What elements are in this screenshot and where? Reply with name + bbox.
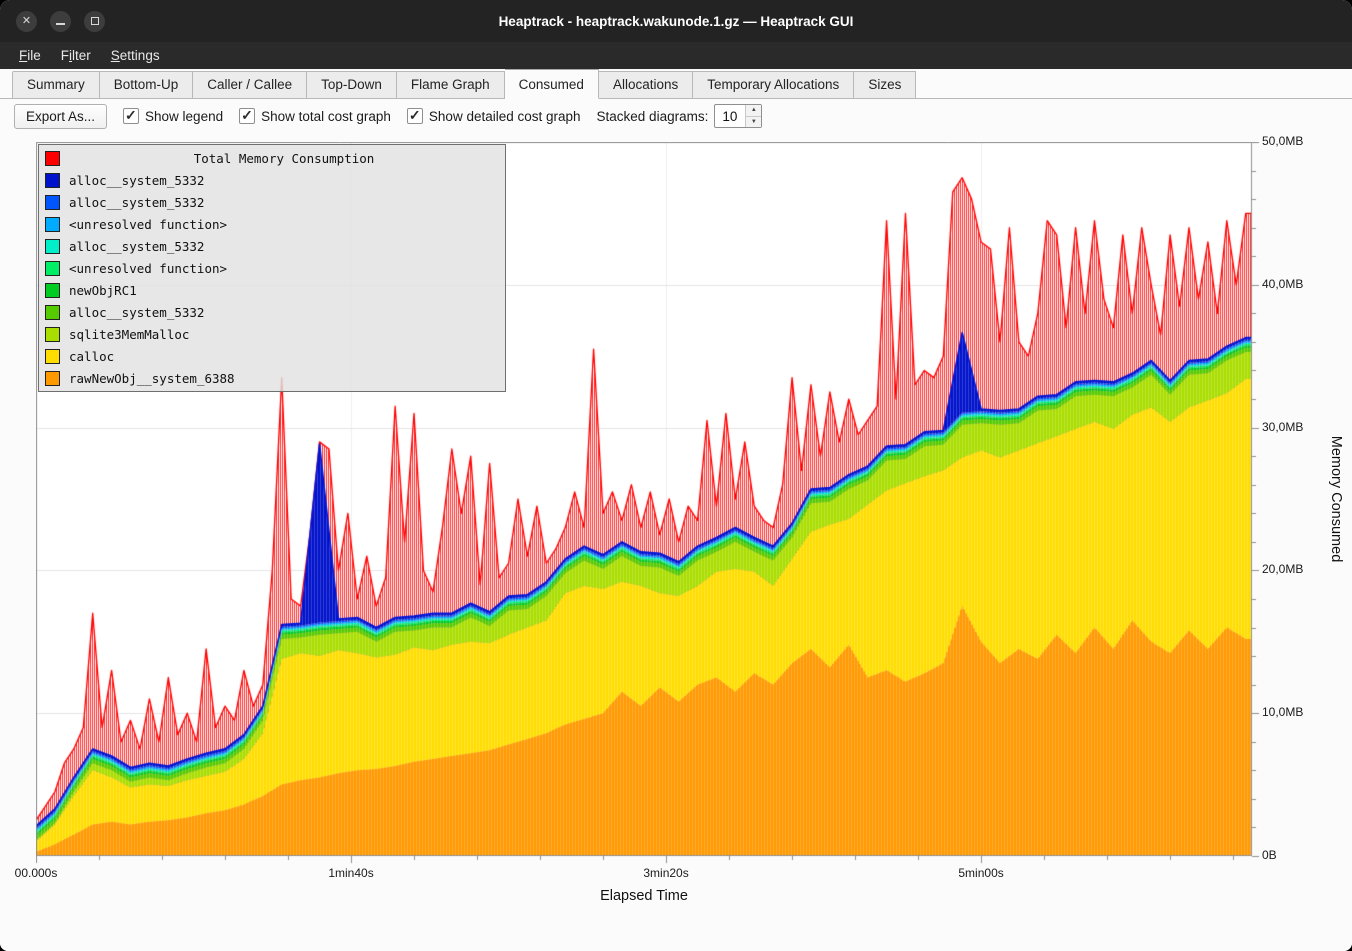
show-legend-checkbox[interactable]: Show legend bbox=[123, 108, 223, 124]
legend-item: rawNewObj__system_6388 bbox=[43, 367, 501, 389]
maximize-icon bbox=[91, 17, 99, 25]
legend-label: rawNewObj__system_6388 bbox=[69, 371, 235, 386]
legend-title-row: Total Memory Consumption bbox=[43, 147, 501, 169]
legend-label: alloc__system_5332 bbox=[69, 173, 204, 188]
y-axis-tick-label: 50,0MB bbox=[1262, 134, 1303, 148]
legend-swatch bbox=[45, 305, 60, 320]
legend-item: <unresolved function> bbox=[43, 257, 501, 279]
toolbar: Export As... Show legend Show total cost… bbox=[0, 99, 1352, 133]
y-axis-tick-label: 30,0MB bbox=[1262, 420, 1303, 434]
legend-label: newObjRC1 bbox=[69, 283, 137, 298]
checkbox-label: Show detailed cost graph bbox=[429, 109, 581, 124]
legend-swatch bbox=[45, 261, 60, 276]
legend-swatch bbox=[45, 371, 60, 386]
maximize-button[interactable] bbox=[84, 11, 105, 32]
checkbox-icon[interactable] bbox=[407, 108, 423, 124]
legend-label: alloc__system_5332 bbox=[69, 239, 204, 254]
close-button[interactable]: ✕ bbox=[16, 11, 37, 32]
y-axis-title: Memory Consumed bbox=[1328, 436, 1344, 563]
menu-filter[interactable]: Filter bbox=[52, 45, 100, 66]
tab-allocations[interactable]: Allocations bbox=[599, 71, 693, 99]
legend-swatch bbox=[45, 349, 60, 364]
heaptrack-window: ✕ Heaptrack - heaptrack.wakunode.1.gz — … bbox=[0, 0, 1352, 951]
checkbox-icon[interactable] bbox=[239, 108, 255, 124]
legend-label: alloc__system_5332 bbox=[69, 305, 204, 320]
close-icon: ✕ bbox=[22, 16, 31, 27]
tab-summary[interactable]: Summary bbox=[12, 71, 100, 99]
tab-top-down[interactable]: Top-Down bbox=[307, 71, 397, 99]
legend-item: alloc__system_5332 bbox=[43, 191, 501, 213]
y-axis-tick-label: 40,0MB bbox=[1262, 277, 1303, 291]
legend-swatch bbox=[45, 327, 60, 342]
legend-item: <unresolved function> bbox=[43, 213, 501, 235]
checkbox-label: Show legend bbox=[145, 109, 223, 124]
tab-consumed[interactable]: Consumed bbox=[505, 69, 599, 99]
legend-swatch bbox=[45, 173, 60, 188]
x-axis-tick-label: 00.000s bbox=[15, 866, 58, 880]
legend-swatch bbox=[45, 283, 60, 298]
legend-label: sqlite3MemMalloc bbox=[69, 327, 189, 342]
minimize-button[interactable] bbox=[50, 11, 71, 32]
legend-swatch bbox=[45, 239, 60, 254]
checkbox-label: Show total cost graph bbox=[261, 109, 391, 124]
legend-item: sqlite3MemMalloc bbox=[43, 323, 501, 345]
x-axis-tick-label: 1min40s bbox=[328, 866, 373, 880]
y-axis-tick-label: 0B bbox=[1262, 848, 1277, 862]
legend-item: alloc__system_5332 bbox=[43, 235, 501, 257]
menubar: File Filter Settings bbox=[0, 42, 1352, 69]
stacked-diagrams-spinbox[interactable]: 10 ▲ ▼ bbox=[714, 104, 762, 128]
legend-label: alloc__system_5332 bbox=[69, 195, 204, 210]
legend-swatch bbox=[45, 217, 60, 232]
stacked-diagrams-label: Stacked diagrams: bbox=[597, 109, 709, 124]
spinbox-up-icon[interactable]: ▲ bbox=[746, 105, 761, 117]
checkbox-icon[interactable] bbox=[123, 108, 139, 124]
menu-settings[interactable]: Settings bbox=[102, 45, 169, 66]
spinbox-value[interactable]: 10 bbox=[715, 105, 745, 127]
spinbox-down-icon[interactable]: ▼ bbox=[746, 117, 761, 128]
x-axis-tick-label: 3min20s bbox=[643, 866, 688, 880]
legend-title: Total Memory Consumption bbox=[69, 151, 499, 166]
legend-label: <unresolved function> bbox=[69, 261, 227, 276]
tab-flame-graph[interactable]: Flame Graph bbox=[397, 71, 505, 99]
tab-temporary-allocations[interactable]: Temporary Allocations bbox=[693, 71, 854, 99]
show-detailed-cost-graph-checkbox[interactable]: Show detailed cost graph bbox=[407, 108, 581, 124]
tab-sizes[interactable]: Sizes bbox=[854, 71, 916, 99]
x-axis-title: Elapsed Time bbox=[600, 888, 688, 904]
tab-bar: Summary Bottom-Up Caller / Callee Top-Do… bbox=[0, 69, 1352, 99]
titlebar: ✕ Heaptrack - heaptrack.wakunode.1.gz — … bbox=[0, 0, 1352, 42]
y-axis-tick-label: 10,0MB bbox=[1262, 705, 1303, 719]
window-controls: ✕ bbox=[16, 0, 105, 42]
legend-label: calloc bbox=[69, 349, 114, 364]
window-title: Heaptrack - heaptrack.wakunode.1.gz — He… bbox=[0, 14, 1352, 29]
minimize-icon bbox=[56, 23, 65, 25]
legend-item: alloc__system_5332 bbox=[43, 301, 501, 323]
legend-item: calloc bbox=[43, 345, 501, 367]
tab-caller-callee[interactable]: Caller / Callee bbox=[193, 71, 307, 99]
legend-label: <unresolved function> bbox=[69, 217, 227, 232]
y-axis-tick-label: 20,0MB bbox=[1262, 562, 1303, 576]
legend-swatch bbox=[45, 195, 60, 210]
show-total-cost-graph-checkbox[interactable]: Show total cost graph bbox=[239, 108, 391, 124]
chart-panel: Total Memory Consumption alloc__system_5… bbox=[0, 133, 1352, 951]
legend-item: alloc__system_5332 bbox=[43, 169, 501, 191]
legend-swatch bbox=[45, 151, 60, 166]
export-as-button[interactable]: Export As... bbox=[14, 104, 107, 129]
spinbox-buttons: ▲ ▼ bbox=[745, 105, 761, 127]
chart-legend: Total Memory Consumption alloc__system_5… bbox=[38, 144, 506, 392]
legend-item: newObjRC1 bbox=[43, 279, 501, 301]
menu-file[interactable]: File bbox=[10, 45, 50, 66]
tab-bottom-up[interactable]: Bottom-Up bbox=[100, 71, 194, 99]
x-axis-tick-label: 5min00s bbox=[958, 866, 1003, 880]
